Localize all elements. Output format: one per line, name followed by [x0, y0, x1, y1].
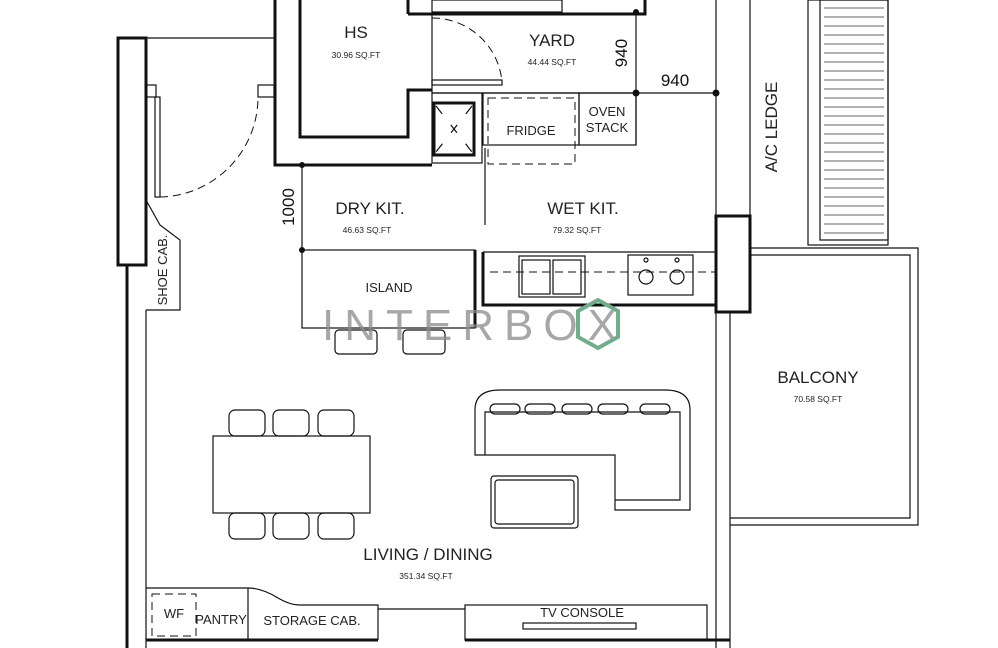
- yard-area: 44.44 SQ.FT: [528, 57, 577, 67]
- ac-ledge: A/C LEDGE: [762, 0, 889, 246]
- wf-label: WF: [164, 606, 184, 621]
- fridge-label: FRIDGE: [506, 123, 555, 138]
- dry-kit-dimension: 1000: [279, 188, 298, 226]
- oven-label-line2: STACK: [586, 120, 629, 135]
- yard: YARD 44.44 SQ.FT 940 940: [408, 0, 720, 145]
- dry-kit-area: 46.63 SQ.FT: [343, 225, 392, 235]
- pantry-label: PANTRY: [195, 612, 247, 627]
- living-area: 351.34 SQ.FT: [399, 571, 452, 581]
- kitchen-counter: [481, 214, 752, 314]
- entrance-door: [145, 84, 275, 198]
- service-shaft: [431, 92, 483, 164]
- living-label: LIVING / DINING: [363, 545, 492, 564]
- balcony-area: 70.58 SQ.FT: [794, 394, 843, 404]
- oven-label-line1: OVEN: [589, 104, 626, 119]
- storage-cab-label: STORAGE CAB.: [263, 613, 360, 628]
- balcony-label: BALCONY: [777, 368, 858, 387]
- tv-console-label: TV CONSOLE: [540, 605, 624, 620]
- yard-horizontal-dimension: 940: [661, 71, 689, 90]
- wet-kitchen: WET KIT. 79.32 SQ.FT: [547, 199, 618, 235]
- shoe-cabinet: SHOE CAB.: [145, 199, 181, 311]
- ac-ledge-label: A/C LEDGE: [762, 82, 781, 173]
- fridge: FRIDGE: [482, 92, 580, 165]
- oven-stack: OVEN STACK: [578, 92, 637, 146]
- wet-kit-area: 79.32 SQ.FT: [553, 225, 602, 235]
- yard-vertical-dimension: 940: [612, 39, 631, 67]
- dining-table: [212, 409, 371, 540]
- island-label: ISLAND: [366, 280, 413, 295]
- sofa: [474, 389, 691, 529]
- hs-label: HS: [344, 23, 368, 42]
- hs-area: 30.96 SQ.FT: [332, 50, 381, 60]
- bottom-cabinets: WF PANTRY STORAGE CAB. TV CONSOLE: [146, 587, 708, 641]
- floor-plan: SHOE CAB. HS 30.96 SQ.FT YARD 44.44 SQ.F…: [116, 0, 919, 648]
- household-shelter: HS 30.96 SQ.FT: [273, 0, 432, 167]
- dry-kitchen: 1000 DRY KIT. 46.63 SQ.FT: [279, 162, 405, 253]
- coffee-table: [490, 475, 579, 529]
- balcony: BALCONY 70.58 SQ.FT: [730, 247, 919, 526]
- shoe-cab-label: SHOE CAB.: [155, 235, 170, 306]
- dry-kit-label: DRY KIT.: [335, 199, 404, 218]
- watermark: INTERBOX: [322, 297, 620, 351]
- wet-kit-label: WET KIT.: [547, 199, 618, 218]
- yard-label: YARD: [529, 31, 575, 50]
- sink: [518, 255, 586, 298]
